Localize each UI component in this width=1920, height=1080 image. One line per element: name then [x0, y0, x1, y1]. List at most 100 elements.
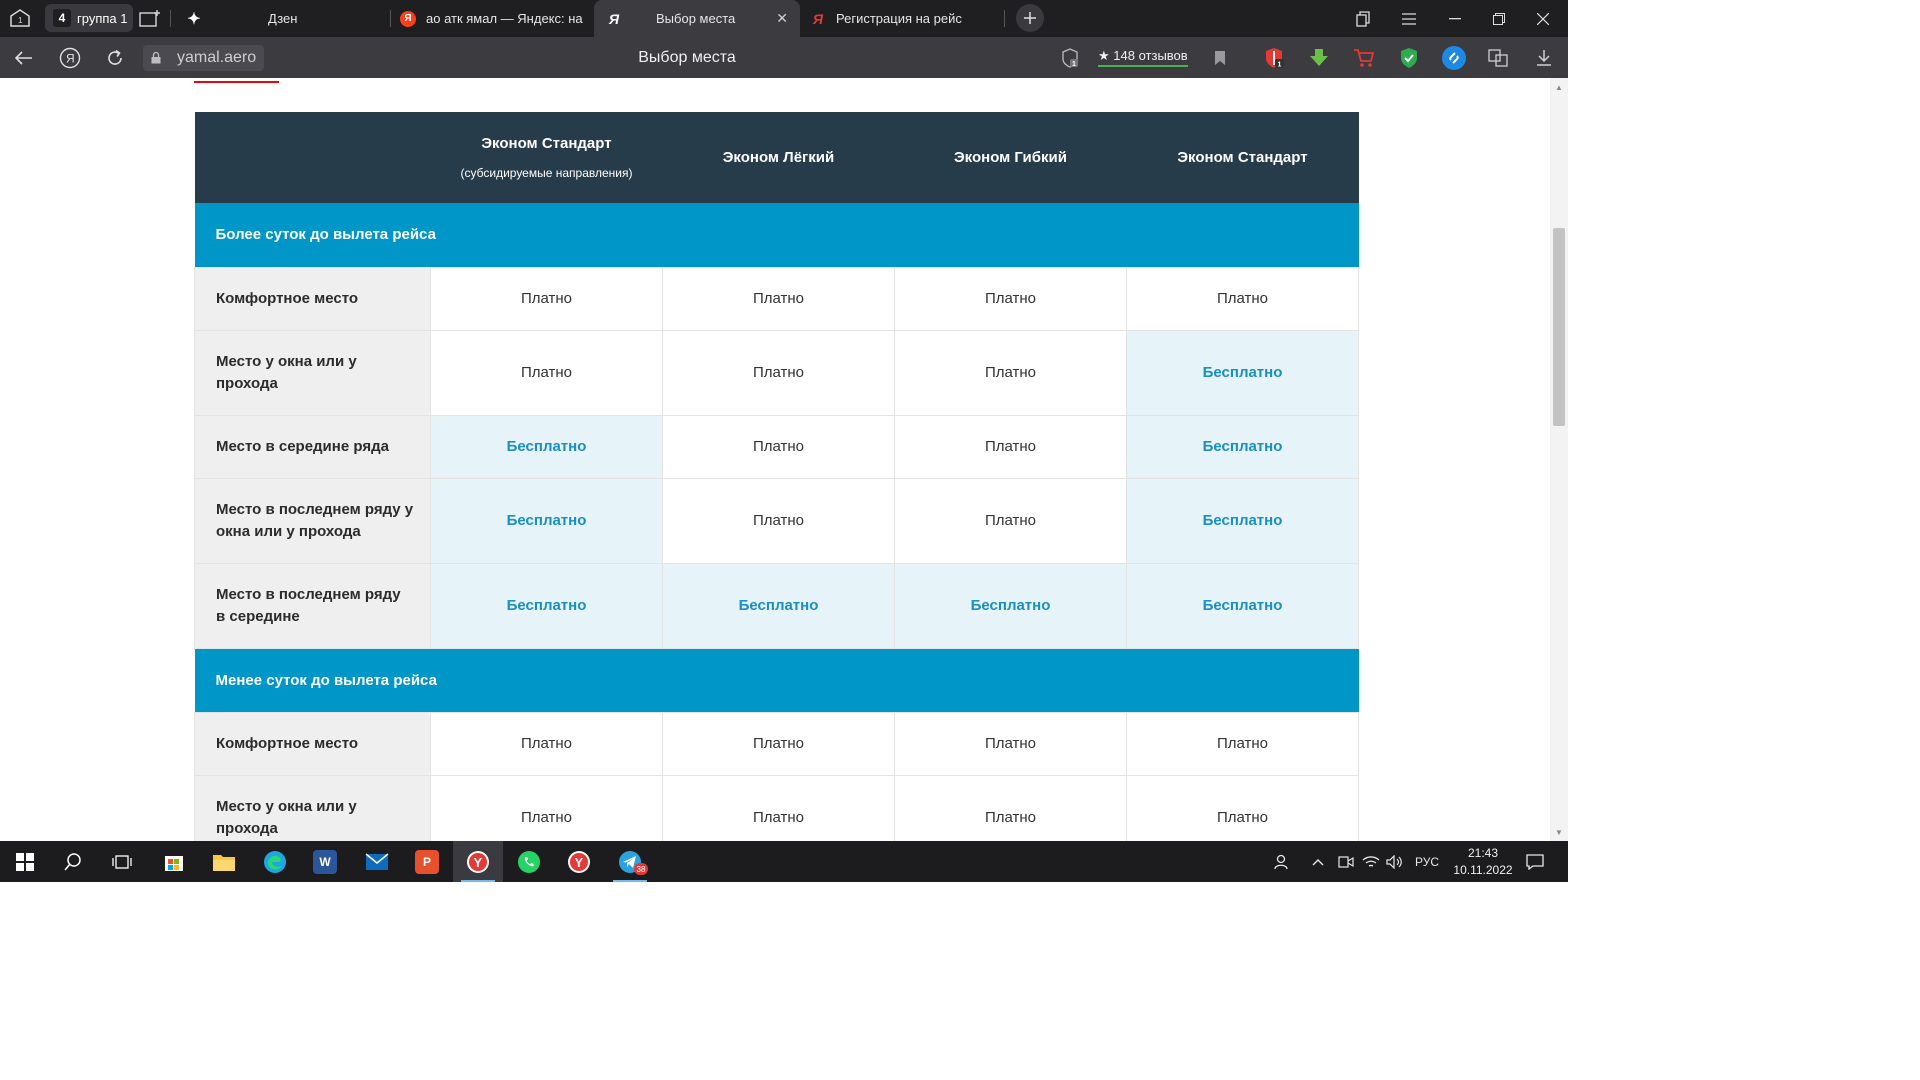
mail-icon[interactable] — [352, 841, 402, 882]
table-cell: Платно — [430, 774, 663, 841]
telegram-unread-badge: 38 — [634, 863, 648, 875]
tab-seat-selection[interactable]: Я Выбор места ✕ — [594, 0, 800, 37]
tab-yandex-search[interactable]: Я ао атк ямал — Яндекс: на — [400, 0, 588, 37]
scroll-up-icon[interactable]: ▲ — [1550, 80, 1568, 94]
row-label: Место в последнем ряду в середине — [194, 562, 431, 649]
tab-separator — [390, 10, 391, 27]
table-cell: Платно — [662, 266, 895, 331]
table-cell-free: Бесплатно — [1126, 414, 1359, 479]
new-tab-icon[interactable] — [1016, 4, 1044, 32]
active-tab-underline — [194, 81, 279, 83]
table-row: Место у окна или у прохода Платно Платно… — [194, 329, 1359, 416]
table-cell: Платно — [1126, 774, 1359, 841]
file-explorer-icon[interactable] — [199, 841, 249, 882]
language-indicator[interactable]: РУС — [1415, 841, 1439, 882]
task-view-icon[interactable] — [97, 841, 147, 882]
notifications-icon[interactable] — [1526, 841, 1544, 882]
close-tab-icon[interactable]: ✕ — [776, 10, 788, 27]
translate-icon[interactable] — [1486, 46, 1510, 70]
seat-selection-table: Эконом Стандарт (субсидируемые направлен… — [194, 112, 1359, 841]
tab-dzen[interactable]: ✦ Дзен — [186, 0, 386, 37]
header-subtitle: (субсидируемые направления) — [460, 166, 633, 180]
scrollbar-thumb[interactable] — [1553, 228, 1565, 426]
search-icon[interactable] — [48, 841, 98, 882]
section-row: Менее суток до вылета рейса — [194, 648, 1359, 712]
table-cell: Платно — [662, 414, 895, 479]
bookmark-icon[interactable] — [1208, 46, 1232, 70]
active-app-indicator — [461, 880, 495, 882]
page-content: Эконом Стандарт (субсидируемые направлен… — [0, 78, 1550, 841]
row-label: Комфортное место — [194, 266, 431, 331]
table-row: Комфортное место Платно Платно Платно Пл… — [194, 266, 1359, 331]
table-cell: Платно — [894, 266, 1127, 331]
volume-icon[interactable] — [1386, 841, 1404, 882]
tab-group-label: группа 1 — [77, 10, 128, 26]
chevron-up-icon[interactable] — [1312, 841, 1324, 882]
section-title: Более суток до вылета рейса — [194, 203, 1359, 267]
tab-label: Выбор места — [656, 11, 736, 26]
header-title: Эконом Лёгкий — [722, 149, 835, 166]
table-cell-free: Бесплатно — [1126, 477, 1359, 564]
table-cell-free: Бесплатно — [894, 562, 1127, 649]
collections-icon[interactable] — [1340, 0, 1386, 37]
yandex-browser-icon: Я — [812, 10, 824, 27]
vertical-scrollbar[interactable]: ▲ ▼ — [1550, 78, 1568, 841]
start-icon[interactable] — [0, 841, 50, 882]
table-cell-free: Бесплатно — [430, 562, 663, 649]
header-econom-flex: Эконом Гибкий — [894, 112, 1127, 203]
reviews-link[interactable]: ★ 148 отзывов — [1098, 48, 1188, 67]
downloads-icon[interactable] — [1532, 46, 1556, 70]
tabs-overview-icon[interactable]: 1 — [6, 4, 34, 32]
scroll-down-icon[interactable]: ▼ — [1550, 825, 1568, 839]
table-cell-free: Бесплатно — [430, 414, 663, 479]
svg-text:1: 1 — [1072, 61, 1076, 68]
header-econom-standard: Эконом Стандарт — [1126, 112, 1359, 203]
cart-extension-icon[interactable] — [1352, 46, 1376, 70]
header-title: Эконом Гибкий — [954, 149, 1067, 166]
microsoft-store-icon[interactable] — [149, 841, 199, 882]
shazam-icon[interactable] — [1442, 46, 1466, 70]
browser-tab-strip: 1 4 группа 1 ✦ Дзен Я ао атк ямал — Янде… — [0, 0, 1568, 37]
minimize-icon[interactable] — [1432, 0, 1478, 37]
wifi-icon[interactable] — [1362, 841, 1380, 882]
header-econom-light: Эконом Лёгкий — [662, 112, 895, 203]
presentation-app-icon[interactable]: P — [402, 841, 452, 882]
system-clock[interactable]: 21:43 10.11.2022 — [1448, 845, 1518, 879]
tab-group[interactable]: 4 группа 1 — [45, 4, 133, 32]
header-title: Эконом Стандарт — [481, 135, 612, 152]
table-cell: Платно — [430, 266, 663, 331]
meet-now-icon[interactable] — [1338, 841, 1354, 882]
tab-check-in[interactable]: Я Регистрация на рейс — [810, 0, 1000, 37]
yandex-browser-taskbar-icon[interactable]: Y — [453, 841, 503, 882]
whatsapp-icon[interactable] — [504, 841, 554, 882]
table-row: Место в середине ряда Бесплатно Платно П… — [194, 414, 1359, 479]
tab-separator — [1004, 10, 1005, 27]
antivirus-extension-icon[interactable]: 1 — [1262, 46, 1286, 70]
menu-icon[interactable] — [1386, 0, 1432, 37]
close-window-icon[interactable] — [1520, 0, 1566, 37]
table-cell: Платно — [894, 477, 1127, 564]
edge-icon[interactable] — [250, 841, 300, 882]
table-cell: Платно — [894, 711, 1127, 776]
yandex-browser-icon: Я — [608, 10, 620, 27]
protect-icon[interactable]: 1 — [1058, 46, 1082, 70]
table-row: Комфортное место Платно Платно Платно Пл… — [194, 711, 1359, 776]
row-label: Комфортное место — [194, 711, 431, 776]
row-label: Место в середине ряда — [194, 414, 431, 479]
table-cell: Платно — [894, 774, 1127, 841]
restore-icon[interactable] — [1476, 0, 1522, 37]
table-cell: Платно — [662, 711, 895, 776]
table-cell: Платно — [894, 414, 1127, 479]
word-icon[interactable]: W — [300, 841, 350, 882]
table-cell: Платно — [662, 329, 895, 416]
shield-extension-icon[interactable] — [1397, 46, 1421, 70]
yandex-browser-second-icon[interactable]: Y — [554, 841, 604, 882]
telegram-icon[interactable]: 38 — [605, 841, 655, 882]
table-cell: Платно — [1126, 711, 1359, 776]
row-label: Место у окна или у прохода — [194, 329, 431, 416]
running-app-indicator — [613, 880, 647, 882]
download-extension-icon[interactable] — [1307, 46, 1331, 70]
people-icon[interactable] — [1274, 841, 1292, 882]
new-tab-group-icon[interactable] — [136, 4, 164, 32]
star-icon: ★ — [1098, 48, 1110, 63]
